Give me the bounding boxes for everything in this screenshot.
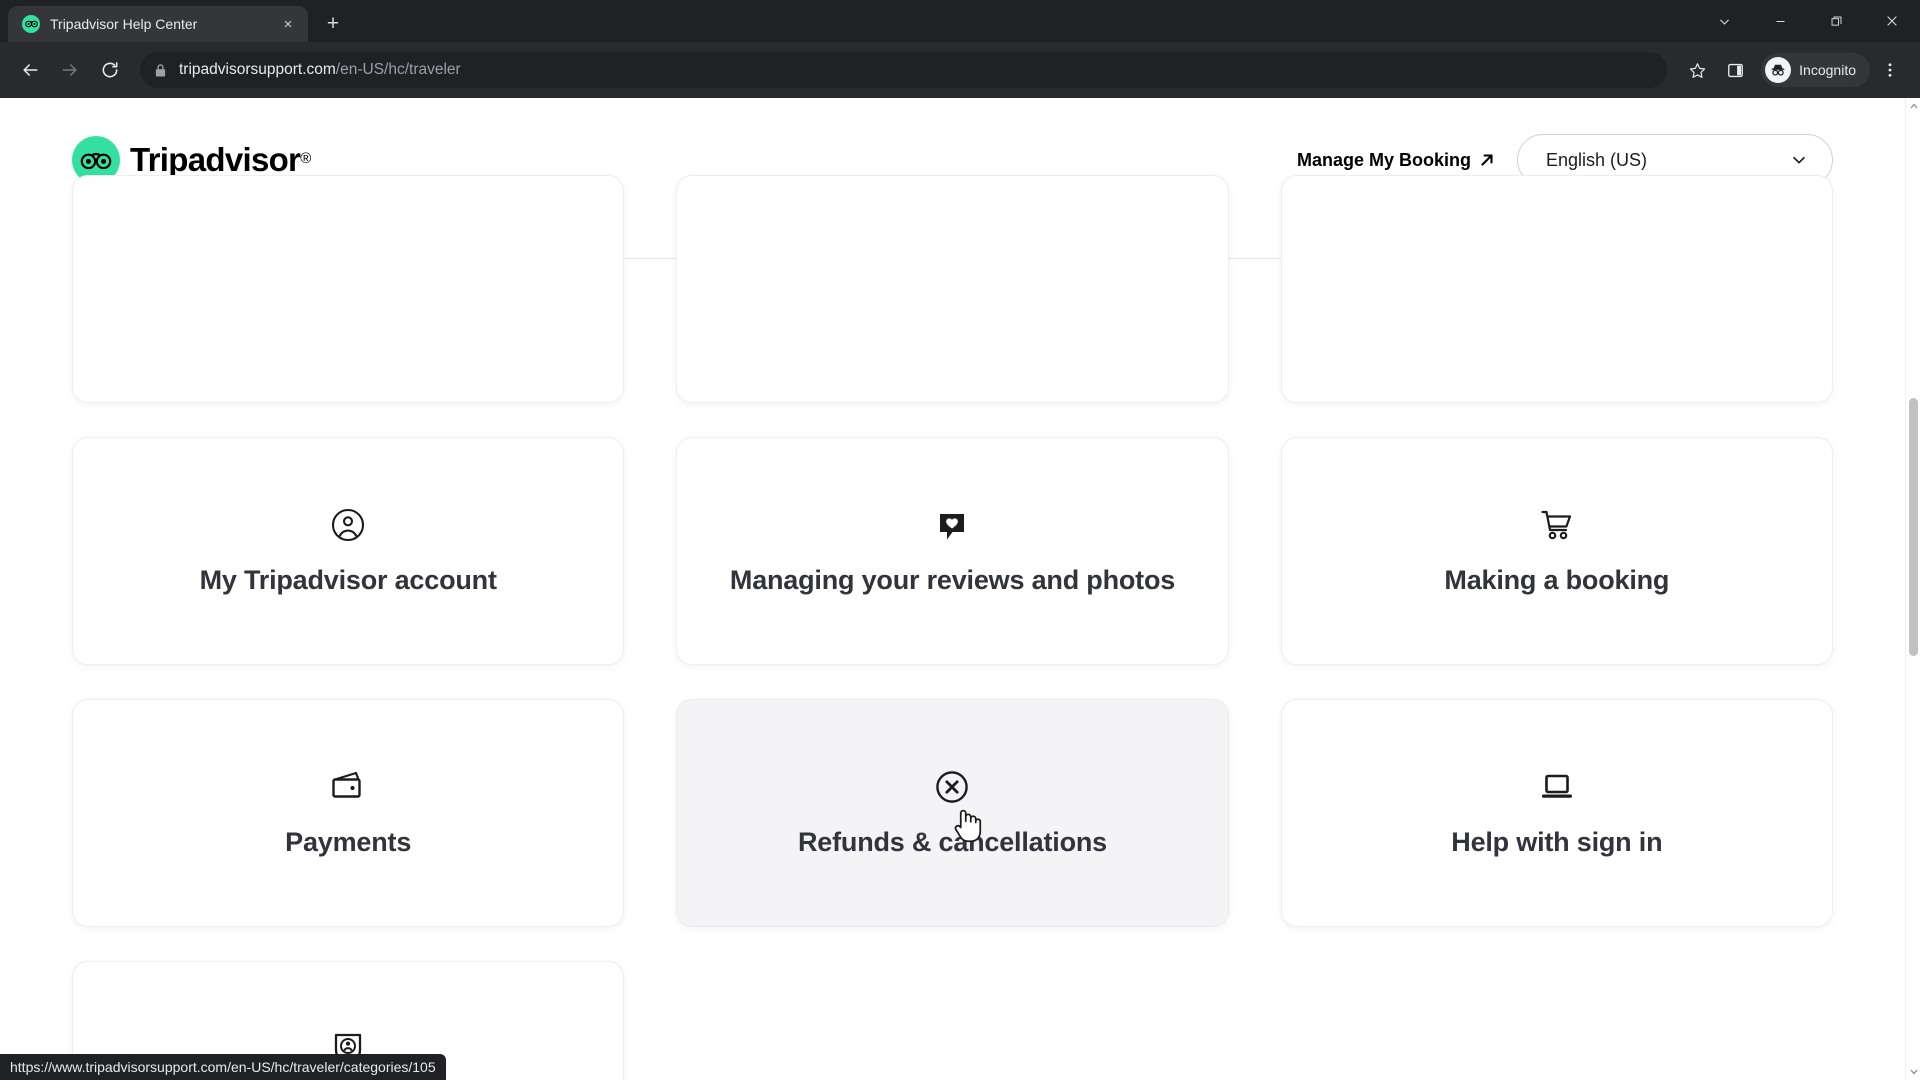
category-card-my-tripadvisor-account[interactable]: My Tripadvisor account xyxy=(72,437,625,665)
manage-my-booking-link[interactable]: Manage My Booking xyxy=(1297,150,1495,171)
category-card-label: Managing your reviews and photos xyxy=(729,565,1176,596)
category-card-partial-2[interactable] xyxy=(676,175,1229,403)
category-card-label: Payments xyxy=(285,827,412,858)
restore-icon[interactable] xyxy=(1808,0,1864,42)
tab-strip: Tripadvisor Help Center × + xyxy=(0,0,1920,42)
new-tab-button[interactable]: + xyxy=(318,9,348,39)
url-path: /en-US/hc/traveler xyxy=(335,61,461,78)
lock-icon xyxy=(154,63,167,78)
category-card-refunds-and-cancellations[interactable]: Refunds & cancellations xyxy=(676,699,1229,927)
scrollbar-down-arrow[interactable] xyxy=(1906,1064,1920,1080)
page-scrollbar[interactable] xyxy=(1905,98,1920,1080)
tab-title: Tripadvisor Help Center xyxy=(50,16,198,32)
url-domain: tripadvisorsupport.com xyxy=(179,61,336,78)
category-card-help-with-sign-in[interactable]: Help with sign in xyxy=(1280,699,1833,927)
star-icon[interactable] xyxy=(1679,52,1715,88)
category-card-managing-your-reviews-and-photos[interactable]: Managing your reviews and photos xyxy=(676,437,1229,665)
incognito-label: Incognito xyxy=(1799,62,1856,78)
category-card-partial-1[interactable] xyxy=(72,175,625,403)
toolbar-right-actions: Incognito xyxy=(1679,52,1908,88)
reload-icon[interactable] xyxy=(92,52,128,88)
scrollbar-thumb[interactable] xyxy=(1909,398,1918,656)
manage-my-booking-label: Manage My Booking xyxy=(1296,149,1471,170)
wallet-icon xyxy=(329,767,367,807)
window-controls xyxy=(1696,0,1920,42)
page-viewport: Tripadvisor® Manage My Booking English (… xyxy=(0,98,1920,1080)
registered-mark: ® xyxy=(300,150,311,167)
category-grid-wrap: My Tripadvisor account Managing your rev… xyxy=(0,175,1905,1080)
address-bar-text: tripadvisorsupport.com/en-US/hc/traveler xyxy=(179,61,461,79)
minimize-icon[interactable] xyxy=(1752,0,1808,42)
browser-tab[interactable]: Tripadvisor Help Center × xyxy=(8,6,308,42)
address-bar[interactable]: tripadvisorsupport.com/en-US/hc/traveler xyxy=(140,52,1668,88)
category-card-label: Help with sign in xyxy=(1451,827,1663,858)
tab-close-icon[interactable]: × xyxy=(278,14,298,34)
back-arrow-icon[interactable] xyxy=(12,52,48,88)
shopping-cart-icon xyxy=(1539,505,1575,545)
scrollbar-up-arrow[interactable] xyxy=(1906,98,1920,114)
category-card-partial-3[interactable] xyxy=(1280,175,1833,403)
category-card-label: Refunds & cancellations xyxy=(798,827,1107,858)
laptop-icon xyxy=(1539,767,1575,807)
category-card-label: My Tripadvisor account xyxy=(199,565,497,596)
incognito-hat-icon xyxy=(1765,57,1792,83)
help-center-page: Tripadvisor® Manage My Booking English (… xyxy=(0,98,1905,1080)
link-status-bar: https://www.tripadvisorsupport.com/en-US… xyxy=(0,1054,446,1080)
tab-search-chevron-icon[interactable] xyxy=(1696,0,1752,42)
close-icon[interactable] xyxy=(1864,0,1920,42)
account-circle-icon xyxy=(330,505,366,545)
forward-arrow-icon[interactable] xyxy=(52,52,88,88)
review-bubble-heart-icon xyxy=(934,505,970,545)
browser-window: Tripadvisor Help Center × + tripadvisors… xyxy=(0,0,1920,1080)
browser-toolbar: tripadvisorsupport.com/en-US/hc/traveler xyxy=(0,42,1920,98)
side-panel-icon[interactable] xyxy=(1717,52,1753,88)
circle-x-icon xyxy=(934,767,970,807)
incognito-profile-button[interactable]: Incognito xyxy=(1761,53,1870,87)
category-grid: My Tripadvisor account Managing your rev… xyxy=(72,175,1833,1080)
category-card-label: Making a booking xyxy=(1444,565,1670,596)
language-value: English (US) xyxy=(1546,149,1648,170)
tripadvisor-owl-icon xyxy=(22,15,40,33)
chevron-down-icon xyxy=(1790,151,1808,169)
category-card-making-a-booking[interactable]: Making a booking xyxy=(1280,437,1833,665)
three-dot-menu-icon[interactable] xyxy=(1872,52,1908,88)
brand-name: Tripadvisor® xyxy=(130,141,311,178)
category-card-payments[interactable]: Payments xyxy=(72,699,625,927)
external-link-arrow-icon xyxy=(1479,152,1495,168)
